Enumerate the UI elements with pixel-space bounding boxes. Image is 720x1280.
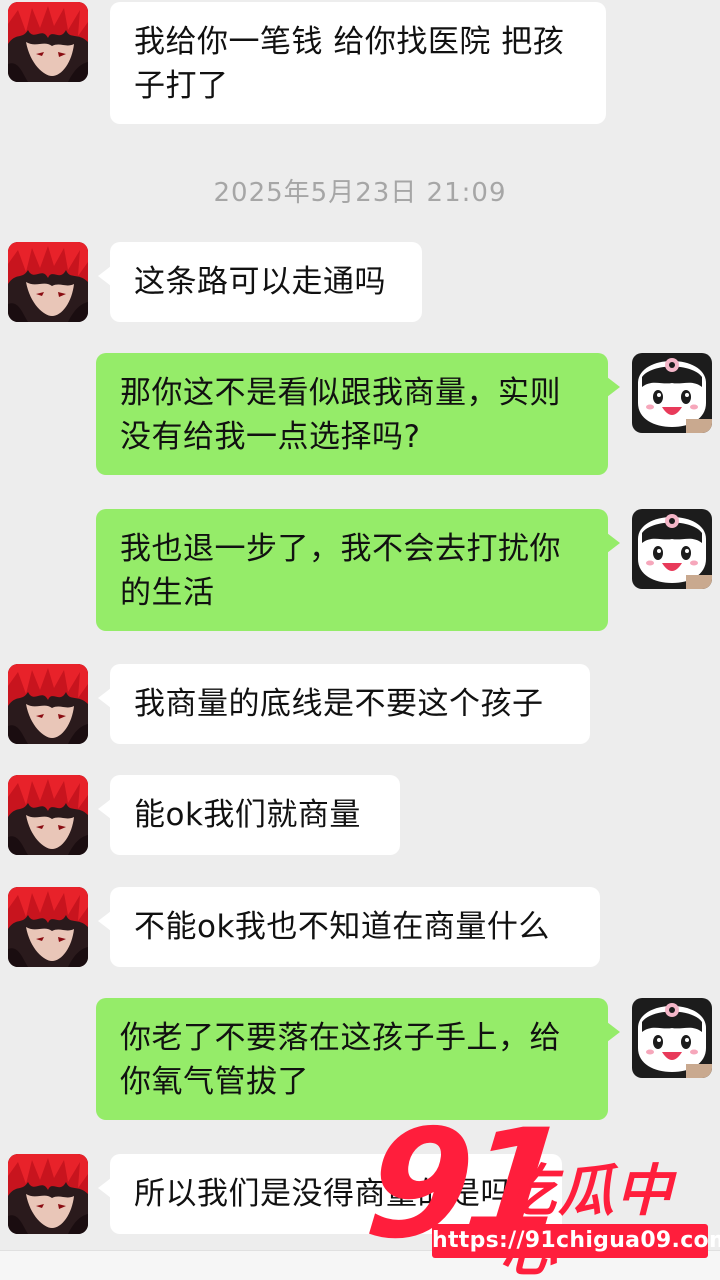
- chat-timestamp: 2025年5月23日 21:09: [213, 178, 507, 208]
- message-text: 这条路可以走通吗: [134, 264, 386, 300]
- message-bubble-received[interactable]: 不能ok我也不知道在商量什么: [98, 887, 600, 967]
- message-text-line: 没有给我一点选择吗?: [120, 419, 421, 455]
- contact-avatar-icon[interactable]: [8, 887, 88, 967]
- message-text-line: 我给你一笔钱 给你找医院 把孩: [134, 24, 565, 60]
- watermark-logo-text: 吃瓜中心: [500, 1159, 674, 1280]
- contact-avatar-icon[interactable]: [8, 775, 88, 855]
- watermark-url: https://91chigua09.com: [432, 1224, 720, 1258]
- message-text-line: 我也退一步了，我不会去打扰你: [120, 531, 561, 567]
- message-bubble-sent[interactable]: 我也退一步了，我不会去打扰你 的生活: [96, 509, 620, 631]
- message-text-line: 的生活: [120, 575, 215, 611]
- message-text: 我商量的底线是不要这个孩子: [134, 686, 544, 722]
- message-text: 能ok我们就商量: [134, 797, 361, 833]
- contact-avatar-icon[interactable]: [8, 1154, 88, 1234]
- contact-avatar-icon[interactable]: [8, 2, 88, 82]
- contact-avatar-icon[interactable]: [8, 242, 88, 322]
- message-text: 不能ok我也不知道在商量什么: [134, 909, 550, 945]
- chat-screen: 我给你一笔钱 给你找医院 把孩 子打了 2025年5月23日 21:09 这条路…: [0, 0, 720, 1280]
- self-avatar-icon[interactable]: [632, 998, 712, 1078]
- message-text-line: 你老了不要落在这孩子手上，给: [120, 1020, 561, 1056]
- message-bubble-received[interactable]: 这条路可以走通吗: [98, 242, 422, 322]
- self-avatar-icon[interactable]: [632, 353, 712, 433]
- message-text-line: 那你这不是看似跟我商量，实则: [120, 375, 561, 411]
- contact-avatar-icon[interactable]: [8, 664, 88, 744]
- message-bubble-received[interactable]: 能ok我们就商量: [98, 775, 400, 855]
- message-bubble-sent[interactable]: 那你这不是看似跟我商量，实则 没有给我一点选择吗?: [96, 353, 620, 475]
- message-bubble-received[interactable]: 我商量的底线是不要这个孩子: [98, 664, 590, 744]
- message-text-line: 子打了: [134, 68, 229, 104]
- message-bubble-received[interactable]: 我给你一笔钱 给你找医院 把孩 子打了: [110, 2, 606, 124]
- self-avatar-icon[interactable]: [632, 509, 712, 589]
